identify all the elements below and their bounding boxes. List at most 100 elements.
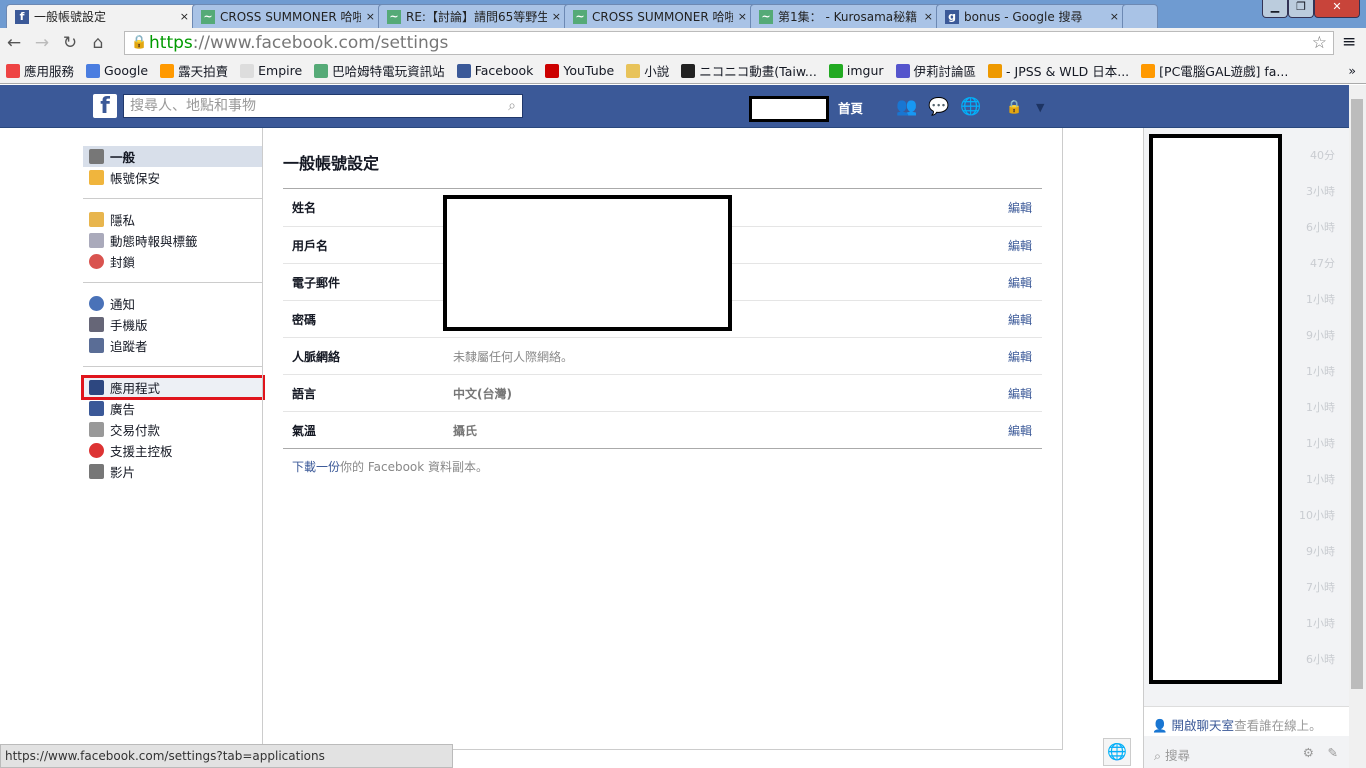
bookmark-item[interactable]: 巴哈姆特電玩資訊站: [314, 61, 445, 80]
bookmarks-bar: 應用服務 Google 露天拍賣 Empire 巴哈姆特電玩資訊站 Facebook You…: [0, 58, 1366, 84]
settings-row: 氣溫 攝氏 編輯: [283, 411, 1042, 448]
facebook-logo[interactable]: f: [93, 94, 117, 119]
bookmark-item[interactable]: Facebook: [456, 63, 534, 78]
account-menu-icon[interactable]: ▼: [1036, 101, 1044, 114]
privacy-shortcuts-icon[interactable]: 🔒: [1006, 100, 1022, 115]
bookmark-item[interactable]: [PC電腦GAL遊戲] fa...: [1141, 61, 1288, 80]
home-link[interactable]: 首頁: [838, 98, 863, 117]
chat-search-input[interactable]: ⌕ 搜尋 ⚙ ✎: [1144, 738, 1350, 768]
gear-icon[interactable]: ⚙: [1303, 745, 1314, 760]
turn-on-chat[interactable]: 👤 開啟聊天室查看誰在線上。: [1144, 706, 1350, 736]
sidebar-item[interactable]: 封鎖: [83, 251, 263, 272]
setting-label: 電子郵件: [292, 275, 341, 290]
sidebar-item[interactable]: 隱私: [83, 209, 263, 230]
sidebar-item-label: 手機版: [110, 318, 148, 333]
messages-icon[interactable]: 💬: [928, 97, 949, 117]
setting-label: 人脈網絡: [292, 349, 341, 364]
bookmarks-overflow-button[interactable]: »: [1348, 63, 1356, 78]
sidebar-item[interactable]: 手機版: [83, 314, 263, 335]
new-tab-button[interactable]: [1122, 4, 1158, 28]
bookmark-item[interactable]: Google: [86, 63, 148, 78]
edit-link[interactable]: 編輯: [1008, 311, 1042, 328]
notifications-icon[interactable]: 🌐: [960, 97, 981, 117]
edit-link[interactable]: 編輯: [1008, 385, 1042, 402]
bookmark-label: Facebook: [474, 63, 534, 78]
back-icon[interactable]: ←: [0, 33, 28, 53]
lifebuoy-icon: [89, 443, 104, 458]
setting-label: 氣溫: [292, 423, 317, 438]
edit-link[interactable]: 編輯: [1008, 348, 1042, 365]
sidebar-item-label: 通知: [110, 297, 136, 312]
star-icon[interactable]: ☆: [1312, 32, 1327, 54]
bookmark-item[interactable]: Empire: [240, 63, 302, 78]
bookmark-item[interactable]: 小說: [626, 61, 669, 80]
chat-people-icon: 👤: [1152, 718, 1172, 733]
tab-strip: f 一般帳號設定 × ~ CROSS SUMMONER 哈啦 × ~ RE:【討論】請問65等…: [0, 0, 1366, 28]
tab-2[interactable]: ~ RE:【討論】請問65等野生 ×: [378, 4, 570, 28]
tab-0[interactable]: f 一般帳號設定 ×: [6, 4, 198, 28]
tab-close-icon[interactable]: ×: [552, 10, 561, 23]
edit-link[interactable]: 編輯: [1008, 199, 1042, 216]
bookmark-item[interactable]: imgur: [828, 63, 884, 78]
setting-label: 密碼: [292, 312, 317, 327]
tab-title: CROSS SUMMONER 哈啦: [220, 10, 361, 24]
tab-3[interactable]: ~ CROSS SUMMONER 哈啦 ×: [564, 4, 756, 28]
bookmark-item[interactable]: - JPSS & WLD 日本...: [988, 61, 1129, 80]
reload-icon[interactable]: ↻: [56, 33, 84, 53]
edit-link[interactable]: 編輯: [1008, 422, 1042, 439]
tab-close-icon[interactable]: ×: [1110, 10, 1119, 23]
sidebar-item-label: 追蹤者: [110, 339, 148, 354]
sidebar-item[interactable]: 應用程式: [81, 375, 265, 400]
search-input[interactable]: 搜尋人、地點和事物 ⌕: [123, 94, 523, 118]
turn-on-chat-text: 查看誰在線上。: [1234, 718, 1322, 733]
search-icon[interactable]: ⌕: [508, 95, 516, 117]
tab-4[interactable]: ~ 第1集： - Kurosama秘籍 ×: [750, 4, 942, 28]
maximize-button[interactable]: ❐: [1288, 0, 1314, 18]
bookmark-icon: [6, 63, 20, 78]
scrollbar[interactable]: [1349, 85, 1366, 768]
card-icon: [89, 422, 104, 437]
bookmark-item[interactable]: 露天拍賣: [160, 61, 228, 80]
minimize-button[interactable]: ▁: [1262, 0, 1288, 18]
language-globe-icon[interactable]: 🌐: [1103, 738, 1131, 766]
sidebar-item[interactable]: 追蹤者: [83, 335, 263, 356]
bookmark-label: [PC電腦GAL遊戲] fa...: [1159, 64, 1289, 79]
tab-close-icon[interactable]: ×: [180, 10, 189, 23]
home-icon[interactable]: ⌂: [84, 33, 112, 53]
sidebar-item[interactable]: 影片: [83, 461, 263, 482]
chat-last-active: 1小時: [1306, 617, 1335, 630]
profile-name-redacted[interactable]: [749, 96, 829, 122]
sidebar-item[interactable]: 動態時報與標籤: [83, 230, 263, 251]
tab-favicon-icon: g: [945, 9, 959, 24]
bookmark-item[interactable]: 伊莉討論區: [895, 61, 976, 80]
sidebar-item[interactable]: 廣告: [83, 398, 263, 419]
tab-close-icon[interactable]: ×: [366, 10, 375, 23]
close-window-button[interactable]: ✕: [1314, 0, 1360, 18]
forward-icon[interactable]: →: [28, 33, 56, 53]
tab-close-icon[interactable]: ×: [924, 10, 933, 23]
address-bar[interactable]: 🔒 https://www.facebook.com/settings ☆: [124, 31, 1334, 55]
bookmark-icon: [895, 63, 910, 78]
sidebar-item[interactable]: 支援主控板: [83, 440, 263, 461]
search-placeholder: 搜尋人、地點和事物: [130, 98, 256, 114]
tab-1[interactable]: ~ CROSS SUMMONER 哈啦 ×: [192, 4, 384, 28]
tab-close-icon[interactable]: ×: [738, 10, 747, 23]
download-link[interactable]: 下載一份: [292, 460, 340, 474]
sidebar-item[interactable]: 交易付款: [83, 419, 263, 440]
sidebar-item[interactable]: 通知: [83, 293, 263, 314]
edit-link[interactable]: 編輯: [1008, 237, 1042, 254]
bookmark-item[interactable]: 應用服務: [6, 61, 74, 80]
chat-last-active: 1小時: [1306, 293, 1335, 306]
scrollbar-thumb[interactable]: [1351, 99, 1363, 689]
compose-icon[interactable]: ✎: [1328, 745, 1338, 760]
turn-on-chat-link[interactable]: 開啟聊天室: [1172, 718, 1235, 733]
sidebar-item[interactable]: 帳號保安: [83, 167, 263, 188]
edit-link[interactable]: 編輯: [1008, 274, 1042, 291]
friend-requests-icon[interactable]: 👥: [896, 97, 917, 117]
sidebar-item-label: 廣告: [110, 402, 136, 417]
bookmark-item[interactable]: ニコニコ動畫(Taiw...: [681, 61, 817, 80]
sidebar-item[interactable]: 一般: [83, 146, 263, 167]
bookmark-item[interactable]: YouTube: [545, 63, 614, 78]
menu-icon[interactable]: ≡: [1342, 32, 1356, 52]
tab-5[interactable]: g bonus - Google 搜尋 ×: [936, 4, 1128, 28]
